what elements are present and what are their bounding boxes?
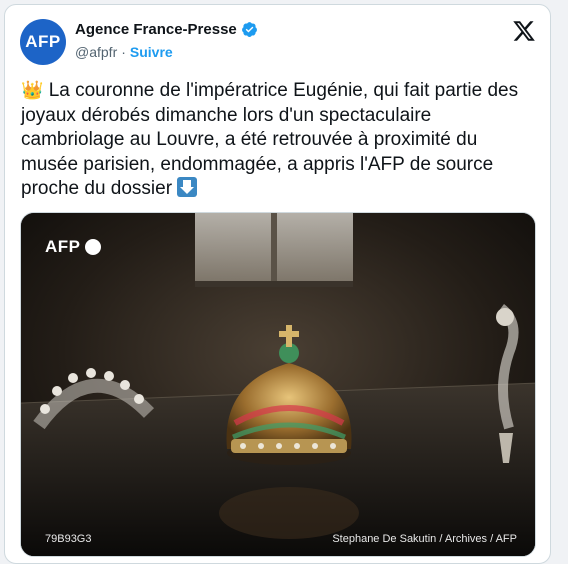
avatar-text: AFP [25, 32, 61, 51]
watermark-text: AFP [45, 237, 81, 256]
separator-dot: · [121, 44, 126, 60]
x-logo-icon[interactable] [512, 19, 536, 43]
author-name-row: Agence France-Presse [75, 21, 258, 38]
photo-code: 79B93G3 [45, 533, 92, 545]
tweet-header: AFP Agence France-Presse @afpfr · Suivre [5, 5, 550, 77]
watermark-dot [84, 239, 101, 255]
photo-illustration [21, 213, 535, 556]
avatar[interactable]: AFP [20, 19, 66, 65]
crown-emoji-icon: 👑 [21, 80, 44, 100]
tweet-body: La couronne de l'impératrice Eugénie, qu… [21, 80, 519, 199]
photo-credit: Stephane De Sakutin / Archives / AFP [332, 533, 517, 545]
tweet-image[interactable]: AFP 79B93G3 Stephane De Sakutin / Archiv… [20, 212, 536, 557]
author-handle[interactable]: @afpfr [75, 44, 117, 60]
down-arrow-emoji-icon [177, 177, 198, 197]
afp-watermark: AFP [45, 237, 101, 257]
verified-badge-icon [241, 22, 257, 37]
handle-row: @afpfr · Suivre [75, 44, 173, 60]
tweet-text: 👑 La couronne de l'impératrice Eugénie, … [21, 79, 531, 202]
author-name[interactable]: Agence France-Presse [75, 21, 237, 38]
follow-button[interactable]: Suivre [130, 44, 173, 60]
tweet-card: AFP Agence France-Presse @afpfr · Suivre… [4, 4, 551, 564]
